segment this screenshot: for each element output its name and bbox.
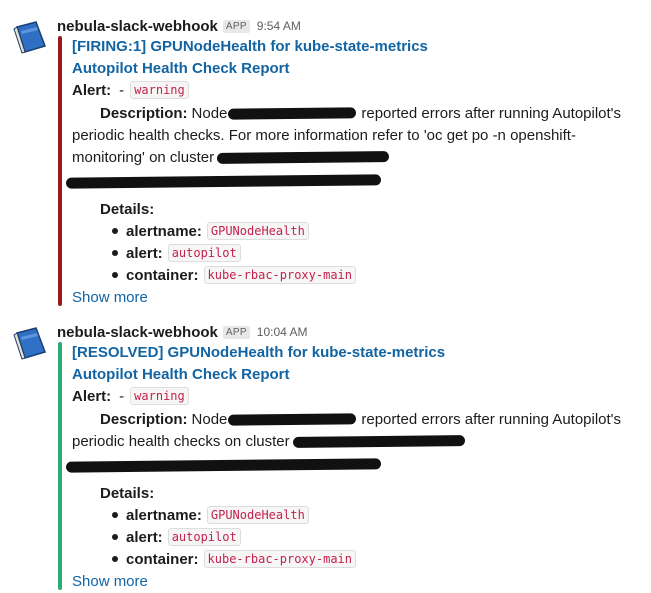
attachment-bar-resolved: [58, 342, 62, 590]
sender-name[interactable]: nebula-slack-webhook: [57, 18, 218, 35]
bullet: [112, 556, 118, 562]
description-text-2: periodic health checks on cluster: [72, 432, 290, 450]
alert-title-link[interactable]: [RESOLVED] GPUNodeHealth for kube-state-…: [72, 344, 445, 361]
bullet: [112, 228, 118, 234]
redacted-cluster-name: [292, 434, 465, 448]
description-label: Description:: [100, 104, 188, 122]
detail-item: container: kube-rbac-proxy-main: [112, 548, 357, 570]
timestamp[interactable]: 10:04 AM: [257, 325, 308, 339]
detail-key: container:: [126, 266, 199, 284]
description-text-2: periodic health checks. For more informa…: [72, 126, 576, 144]
details-label: Details:: [100, 200, 155, 218]
redacted-cluster-name: [217, 150, 390, 164]
detail-item: alert: autopilot: [112, 242, 241, 264]
description-text-1: reported errors after running Autopilot'…: [361, 410, 622, 428]
redacted-cluster-link[interactable]: [65, 173, 382, 189]
detail-key: alert:: [126, 244, 163, 262]
redacted-node-name: [228, 412, 357, 426]
detail-key: container:: [126, 550, 199, 568]
report-title-link[interactable]: Autopilot Health Check Report: [72, 60, 290, 77]
detail-item: alert: autopilot: [112, 526, 241, 548]
detail-item: container: kube-rbac-proxy-main: [112, 264, 357, 286]
detail-value-code: kube-rbac-proxy-main: [203, 550, 357, 568]
redacted-cluster-link[interactable]: [65, 457, 382, 473]
detail-value-code: GPUNodeHealth: [206, 222, 309, 240]
app-avatar-book-icon[interactable]: [12, 324, 48, 360]
detail-key: alertname:: [126, 506, 202, 524]
alert-dash: -: [119, 387, 125, 405]
alert-severity-code: warning: [130, 81, 189, 99]
description-node: Node: [191, 104, 228, 122]
message-firing: nebula-slack-webhook APP 9:54 AM [FIRING…: [0, 14, 651, 308]
alert-label: Alert:: [72, 387, 112, 405]
show-more-link[interactable]: Show more: [72, 289, 148, 306]
description-text-1: reported errors after running Autopilot'…: [361, 104, 622, 122]
report-title-link[interactable]: Autopilot Health Check Report: [72, 366, 290, 383]
detail-item: alertname: GPUNodeHealth: [112, 220, 309, 242]
description-label: Description:: [100, 410, 188, 428]
attachment-bar-firing: [58, 36, 62, 306]
bullet: [112, 250, 118, 256]
detail-value-code: autopilot: [167, 528, 241, 546]
alert-dash: -: [119, 81, 125, 99]
detail-value-code: autopilot: [167, 244, 241, 262]
alert-severity-code: warning: [130, 387, 189, 405]
app-avatar-book-icon[interactable]: [12, 18, 48, 54]
detail-key: alertname:: [126, 222, 202, 240]
detail-value-code: GPUNodeHealth: [206, 506, 309, 524]
bullet: [112, 512, 118, 518]
app-badge: APP: [222, 325, 250, 339]
detail-value-code: kube-rbac-proxy-main: [203, 266, 357, 284]
details-label: Details:: [100, 484, 155, 502]
description-node: Node: [191, 410, 228, 428]
alert-title-link[interactable]: [FIRING:1] GPUNodeHealth for kube-state-…: [72, 38, 428, 55]
sender-name[interactable]: nebula-slack-webhook: [57, 324, 218, 341]
show-more-link[interactable]: Show more: [72, 573, 148, 590]
detail-key: alert:: [126, 528, 163, 546]
message-resolved: nebula-slack-webhook APP 10:04 AM [RESOL…: [0, 320, 651, 592]
bullet: [112, 534, 118, 540]
bullet: [112, 272, 118, 278]
timestamp[interactable]: 9:54 AM: [257, 19, 301, 33]
alert-label: Alert:: [72, 81, 112, 99]
description-text-3: monitoring' on cluster: [72, 148, 215, 166]
detail-item: alertname: GPUNodeHealth: [112, 504, 309, 526]
redacted-node-name: [228, 106, 357, 120]
app-badge: APP: [222, 19, 250, 33]
